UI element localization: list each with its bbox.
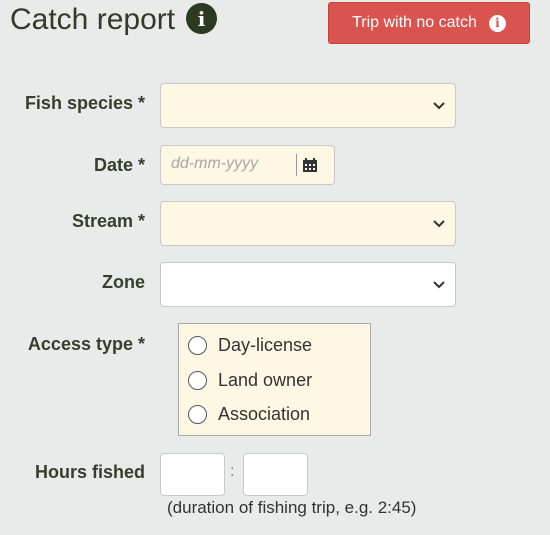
hours-separator: : <box>230 463 235 480</box>
info-icon[interactable]: i <box>186 3 217 34</box>
trip-with-no-catch-button[interactable]: Trip with no catch i <box>328 2 530 44</box>
access-type-label: Access type * <box>27 334 145 354</box>
date-input[interactable]: dd-mm-yyyy <box>160 145 335 185</box>
hours-fished-label: Hours fished <box>34 462 145 482</box>
date-divider <box>296 154 297 176</box>
radio-day-license[interactable]: Day-license <box>188 335 312 356</box>
radio-button[interactable] <box>188 405 207 424</box>
page-title: Catch report <box>10 3 176 36</box>
hours-input[interactable] <box>160 453 225 496</box>
stream-select[interactable] <box>160 201 456 246</box>
info-glyph: i <box>495 16 500 30</box>
stream-label: Stream * <box>71 211 145 231</box>
calendar-icon[interactable] <box>302 157 318 173</box>
radio-association[interactable]: Association <box>188 404 310 425</box>
radio-button[interactable] <box>188 336 207 355</box>
no-catch-button-label: Trip with no catch <box>352 14 477 31</box>
radio-label: Land owner <box>218 370 313 390</box>
info-glyph: i <box>197 6 206 31</box>
chevron-down-icon <box>433 101 445 109</box>
info-icon: i <box>488 14 506 32</box>
date-placeholder: dd-mm-yyyy <box>171 155 259 172</box>
chevron-down-icon <box>433 280 445 288</box>
radio-land-owner[interactable]: Land owner <box>188 370 312 391</box>
zone-select[interactable] <box>160 262 456 307</box>
date-label: Date * <box>93 155 145 175</box>
access-type-radio-group: Day-license Land owner Association <box>178 323 371 436</box>
fish-species-select[interactable] <box>160 83 456 128</box>
radio-label: Day-license <box>218 335 313 355</box>
fish-species-label: Fish species * <box>24 93 145 113</box>
radio-label: Association <box>218 404 311 424</box>
chevron-down-icon <box>433 219 445 227</box>
radio-button[interactable] <box>188 371 207 390</box>
zone-label: Zone <box>102 272 145 292</box>
hours-hint: (duration of fishing trip, e.g. 2:45) <box>167 498 417 517</box>
minutes-input[interactable] <box>243 453 308 496</box>
